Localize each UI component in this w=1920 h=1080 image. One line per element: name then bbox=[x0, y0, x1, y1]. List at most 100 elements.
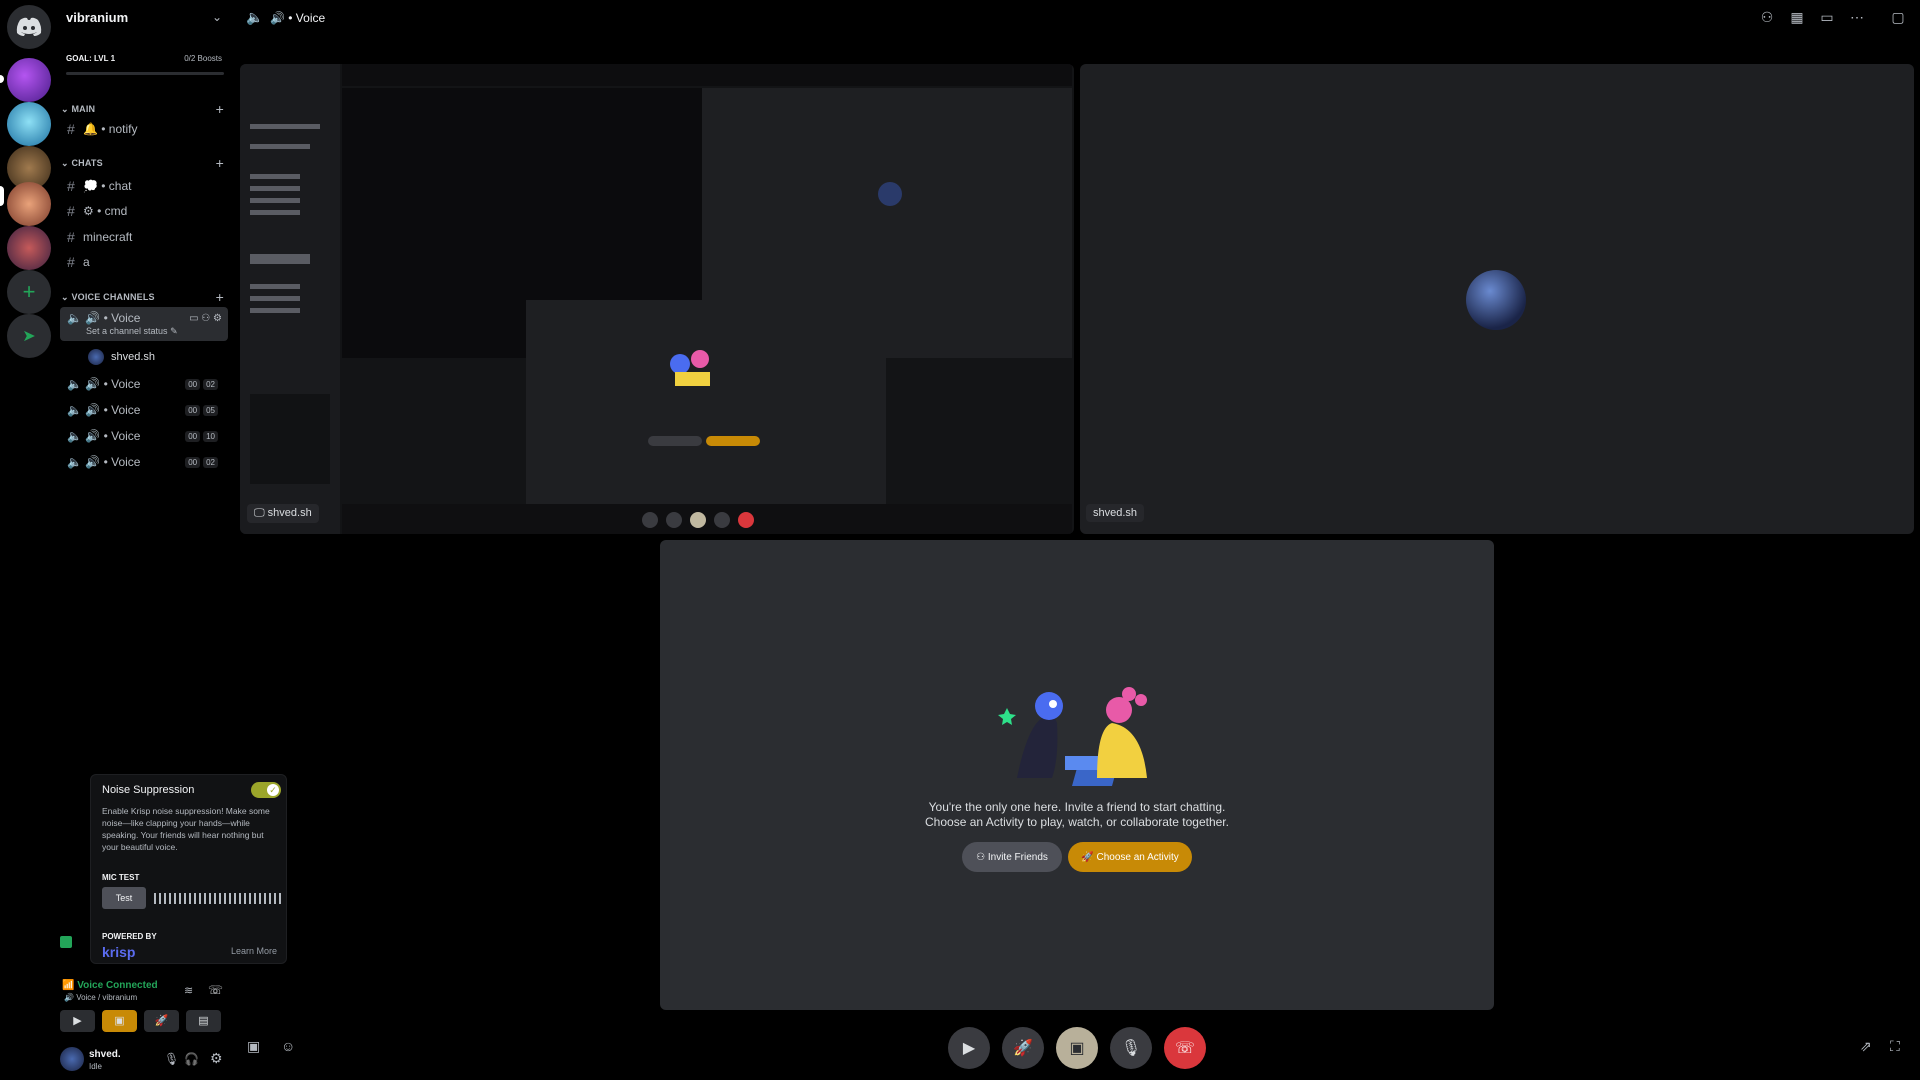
noise-toggle[interactable]: ✓ bbox=[251, 782, 281, 798]
activity-launch-button[interactable]: 🚀 bbox=[1002, 1027, 1044, 1069]
check-icon: ✓ bbox=[267, 784, 279, 796]
microphone-icon[interactable]: 🎙 bbox=[164, 1052, 179, 1066]
server-rail: + ➤ bbox=[0, 0, 58, 1080]
channel-notify[interactable]: # 🔔 • notify bbox=[58, 118, 234, 140]
channel-minecraft[interactable]: # minecraft bbox=[58, 226, 234, 248]
channel-actions-icons: ▭ ⚇ ⚙ bbox=[189, 312, 222, 324]
fullscreen-icon[interactable]: ⛶ bbox=[1890, 1038, 1900, 1055]
category-main[interactable]: ⌄ MAIN + bbox=[58, 101, 234, 117]
screen-share-label: 🖵 shved.sh bbox=[247, 504, 319, 523]
learn-more-link[interactable]: Learn More bbox=[231, 946, 277, 956]
more-icon[interactable]: ⋯ bbox=[1848, 9, 1866, 27]
speaker-icon: 🔈 bbox=[67, 455, 82, 469]
add-channel-icon: + bbox=[215, 101, 224, 117]
empty-state-tile: You're the only one here. Invite a frien… bbox=[660, 540, 1494, 1010]
speaker-icon: 🔈 bbox=[67, 311, 82, 325]
voice-channel-2[interactable]: 🔈 🔊 • Voice 00 02 bbox=[60, 373, 228, 395]
unread-pill bbox=[0, 75, 4, 83]
rocket-icon: 🚀 bbox=[1081, 851, 1094, 863]
disconnect-icon[interactable]: ☏ bbox=[208, 983, 223, 997]
add-channel-icon: + bbox=[215, 155, 224, 171]
server-icon[interactable] bbox=[7, 182, 51, 226]
server-name[interactable]: vibranium bbox=[66, 10, 128, 25]
empty-state-text: You're the only one here. Invite a frien… bbox=[660, 800, 1494, 830]
soundboard-button[interactable]: ▤ bbox=[186, 1010, 221, 1032]
noise-suppression-popover: Noise Suppression ✓ Enable Krisp noise s… bbox=[90, 774, 287, 964]
hash-icon: # bbox=[67, 121, 75, 137]
add-user-icon: ⚇ bbox=[976, 851, 986, 863]
mic-test-button[interactable]: Test bbox=[102, 887, 146, 909]
user-tile-label: shved.sh bbox=[1086, 504, 1145, 522]
popout-icon[interactable]: ⇗ bbox=[1860, 1038, 1872, 1055]
friends-illustration bbox=[998, 687, 1147, 786]
screen-share-preview bbox=[240, 64, 1074, 534]
voice-connected-title: 📶 Voice Connected bbox=[62, 980, 158, 991]
signal-icon[interactable]: ≋ bbox=[184, 984, 193, 997]
voice-member[interactable]: shved.sh bbox=[111, 351, 155, 363]
server-icon[interactable] bbox=[7, 102, 51, 146]
boost-count[interactable]: 0/2 Boosts bbox=[184, 54, 222, 63]
w-badge-icon bbox=[60, 936, 72, 948]
soundboard-icon[interactable]: ▣ bbox=[247, 1038, 260, 1055]
voice-channel-3[interactable]: 🔈 🔊 • Voice 00 05 bbox=[60, 399, 228, 421]
top-bar: 🔈 🔊 • Voice ⚇ ▦ ▭ ⋯ ▢ bbox=[234, 0, 1920, 36]
user-status: Idle bbox=[89, 1062, 102, 1071]
screen-share-toggle-button[interactable]: ▣ bbox=[1056, 1027, 1098, 1069]
voice-channel-5[interactable]: 🔈 🔊 • Voice 00 02 bbox=[60, 451, 228, 473]
channel-chat[interactable]: # 💭 • chat bbox=[58, 175, 234, 197]
speaker-icon: 🔈 bbox=[246, 9, 264, 25]
disconnect-button[interactable]: ☏ bbox=[1164, 1027, 1206, 1069]
username[interactable]: shved. bbox=[89, 1049, 121, 1060]
choose-activity-button[interactable]: 🚀 Choose an Activity bbox=[1068, 842, 1192, 872]
user-tile[interactable]: shved.sh bbox=[1080, 64, 1914, 534]
empty-line-2: Choose an Activity to play, watch, or co… bbox=[925, 815, 1229, 829]
category-voice[interactable]: ⌄ VOICE CHANNELS + bbox=[58, 289, 234, 305]
voice-connected-subtitle[interactable]: 🔊 Voice / vibranium bbox=[64, 993, 137, 1002]
channel-status[interactable]: Set a channel status ✎ bbox=[86, 326, 178, 337]
selected-pill bbox=[0, 186, 4, 206]
hash-icon: # bbox=[67, 203, 75, 219]
activity-button[interactable]: 🚀 bbox=[144, 1010, 179, 1032]
channel-cmd[interactable]: # ⚙ • cmd bbox=[58, 200, 234, 222]
powered-by-label: POWERED BY bbox=[102, 932, 157, 941]
screen-share-tile[interactable]: 🖵 shved.sh bbox=[240, 64, 1074, 534]
channel-title: 🔊 • Voice bbox=[270, 11, 326, 25]
category-chats[interactable]: ⌄ CHATS + bbox=[58, 155, 234, 171]
boost-progress bbox=[66, 72, 224, 75]
speaker-icon: 🔈 bbox=[67, 429, 82, 443]
hash-icon: # bbox=[67, 254, 75, 270]
avatar[interactable] bbox=[60, 1047, 84, 1071]
boost-goal[interactable]: GOAL: LVL 1 bbox=[66, 54, 115, 63]
krisp-logo: krisp bbox=[102, 944, 136, 960]
popover-title: Noise Suppression bbox=[102, 784, 195, 796]
avatar bbox=[88, 349, 104, 365]
channel-a[interactable]: # a bbox=[58, 251, 234, 273]
gear-icon[interactable]: ⚙ bbox=[210, 1050, 223, 1067]
voice-channel-4[interactable]: 🔈 🔊 • Voice 00 10 bbox=[60, 425, 228, 447]
grid-layout-icon[interactable]: ▦ bbox=[1788, 9, 1806, 27]
hash-icon: # bbox=[67, 178, 75, 194]
add-user-icon[interactable]: ⚇ bbox=[1758, 9, 1776, 27]
camera-button[interactable]: ▶ bbox=[60, 1010, 95, 1032]
chevron-down-icon[interactable]: ⌄ bbox=[212, 10, 222, 24]
empty-line-1: You're the only one here. Invite a frien… bbox=[928, 800, 1226, 814]
hash-icon: # bbox=[67, 229, 75, 245]
speaker-icon: 🔈 bbox=[67, 403, 82, 417]
explore-icon[interactable]: ➤ bbox=[7, 314, 51, 358]
screen-share-button[interactable]: ▣ bbox=[102, 1010, 137, 1032]
camera-toggle-button[interactable]: ▶ bbox=[948, 1027, 990, 1069]
add-server-icon[interactable]: + bbox=[7, 270, 51, 314]
add-channel-icon: + bbox=[215, 289, 224, 305]
server-icon[interactable] bbox=[7, 58, 51, 102]
inbox-icon[interactable]: ▭ bbox=[1818, 9, 1836, 27]
emoji-icon[interactable]: ☺ bbox=[281, 1038, 295, 1054]
speaker-icon: 🔈 bbox=[67, 377, 82, 391]
microphone-toggle-button[interactable]: 🎙 bbox=[1110, 1027, 1152, 1069]
mic-level-meter bbox=[154, 893, 282, 904]
discord-home-icon[interactable] bbox=[7, 5, 51, 49]
invite-friends-button[interactable]: ⚇ Invite Friends bbox=[962, 842, 1062, 872]
server-icon[interactable] bbox=[7, 226, 51, 270]
chat-icon[interactable]: ▢ bbox=[1889, 9, 1907, 27]
headphones-icon[interactable]: 🎧 bbox=[184, 1052, 199, 1066]
mic-test-label: MIC TEST bbox=[102, 873, 140, 882]
